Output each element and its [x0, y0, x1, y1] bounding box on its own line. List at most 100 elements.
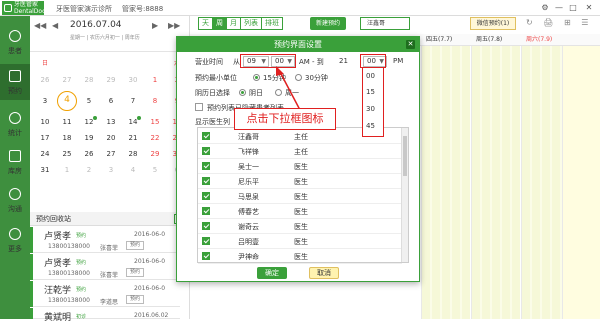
doctor-checkbox[interactable] — [202, 207, 210, 215]
list-item[interactable]: 黄斌明 初诊 2016.06.02 — [30, 308, 180, 323]
day-cell-today[interactable]: 4 — [56, 88, 78, 114]
day-cell[interactable]: 18 — [56, 130, 78, 146]
table-row[interactable]: 尼乐平 医生 — [198, 173, 402, 189]
day-cell[interactable]: 7 — [122, 88, 144, 114]
appt-status-select[interactable]: 预约 — [126, 268, 144, 277]
day-cell[interactable]: 26 — [78, 146, 100, 162]
next-month-icon[interactable]: ▶ — [152, 21, 158, 30]
tab-day[interactable]: 天 — [198, 17, 213, 30]
day-column[interactable] — [422, 46, 470, 319]
prev-year-icon[interactable]: ◀◀ — [34, 21, 46, 30]
doctor-checkbox[interactable] — [202, 162, 210, 170]
list-item[interactable]: 汪乾学 预约 2016-06-0 13800138000 李道思 预约 — [30, 281, 180, 307]
day-cell[interactable]: 29 — [100, 72, 122, 88]
maximize-icon[interactable]: □ — [568, 3, 578, 13]
menu-icon[interactable]: ☰ — [581, 18, 588, 27]
doctor-checkbox[interactable] — [202, 177, 210, 185]
doctor-checkbox[interactable] — [202, 237, 210, 245]
day-column[interactable] — [522, 46, 562, 319]
scrollbar-thumb[interactable] — [403, 136, 407, 176]
cancel-button[interactable]: 取消 — [309, 267, 339, 279]
day-cell[interactable]: 29 — [144, 146, 166, 162]
day-cell[interactable]: 5 — [78, 88, 100, 114]
dialog-close-icon[interactable]: ✕ — [406, 40, 415, 49]
day-cell[interactable]: 15 — [144, 114, 166, 130]
doctor-checkbox[interactable] — [202, 222, 210, 230]
next-year-icon[interactable]: ▶▶ — [168, 21, 180, 30]
dropdown-option[interactable]: 00 — [366, 72, 375, 80]
tab-schedule[interactable]: 排班 — [261, 17, 283, 30]
appt-status-select[interactable]: 预约 — [126, 241, 144, 250]
day-cell[interactable]: 27 — [56, 72, 78, 88]
show-hidden-checkbox[interactable] — [195, 103, 203, 111]
doctor-select[interactable]: 汪鑫哥 — [360, 17, 410, 30]
week-day-radio[interactable] — [239, 89, 246, 96]
nav-patients[interactable]: 患者 — [0, 24, 30, 60]
day-column[interactable] — [472, 46, 520, 319]
day-cell[interactable]: 5 — [144, 162, 166, 178]
day-cell[interactable]: 2 — [78, 162, 100, 178]
table-row[interactable]: 吴士一 医生 — [198, 158, 402, 174]
day-cell[interactable]: 4 — [122, 162, 144, 178]
tab-week[interactable]: 周 — [212, 17, 227, 30]
day-cell[interactable]: 19 — [78, 130, 100, 146]
nav-statistics[interactable]: 统计 — [0, 106, 30, 142]
day-cell[interactable]: 28 — [78, 72, 100, 88]
list-item[interactable]: 卢贤孝 预约 2016-06-0 13800138000 张喜菲 预约 — [30, 227, 180, 253]
layout-icon[interactable]: ⊞ — [564, 18, 571, 27]
day-cell[interactable]: 22 — [144, 130, 166, 146]
unit-15-radio[interactable] — [253, 74, 260, 81]
dropdown-option[interactable]: 15 — [366, 88, 375, 96]
day-cell[interactable]: 26 — [34, 72, 56, 88]
settings-icon[interactable]: ⚙ — [540, 3, 550, 13]
day-cell[interactable]: 6 — [100, 88, 122, 114]
tab-month[interactable]: 月 — [226, 17, 241, 30]
day-cell[interactable]: 3 — [100, 162, 122, 178]
minimize-icon[interactable]: — — [554, 3, 564, 13]
table-row[interactable]: 吕明壹 医生 — [198, 233, 402, 249]
day-cell[interactable]: 14 — [122, 114, 144, 130]
day-cell[interactable]: 21 — [122, 130, 144, 146]
nav-warehouse[interactable]: 库房 — [0, 144, 30, 180]
day-cell[interactable]: 1 — [56, 162, 78, 178]
table-row[interactable]: 飞祥锋 主任 — [198, 143, 402, 159]
doctor-checkbox[interactable] — [202, 147, 210, 155]
table-row[interactable]: 傅春艺 医生 — [198, 203, 402, 219]
day-cell[interactable]: 28 — [122, 146, 144, 162]
day-cell[interactable]: 27 — [100, 146, 122, 162]
dropdown-option[interactable]: 45 — [366, 122, 375, 130]
nav-more[interactable]: 更多 — [0, 222, 30, 258]
end-hour-value[interactable]: 21 — [339, 57, 348, 65]
day-cell[interactable]: 20 — [100, 130, 122, 146]
day-cell[interactable]: 30 — [122, 72, 144, 88]
prev-month-icon[interactable]: ◀ — [52, 21, 58, 30]
day-cell[interactable]: 10 — [34, 114, 56, 130]
day-cell[interactable]: 31 — [34, 162, 56, 178]
print-icon[interactable]: 🖨 — [543, 18, 553, 27]
day-cell[interactable]: 24 — [34, 146, 56, 162]
new-appointment-button[interactable]: 新建预约 — [310, 17, 346, 30]
doctor-checkbox[interactable] — [202, 252, 210, 260]
day-cell[interactable]: 17 — [34, 130, 56, 146]
doctor-checkbox[interactable] — [202, 132, 210, 140]
ok-button[interactable]: 确定 — [257, 267, 287, 279]
day-cell[interactable]: 8 — [144, 88, 166, 114]
appt-status-select[interactable]: 预约 — [126, 295, 144, 304]
table-row[interactable]: 马思泉 医生 — [198, 188, 402, 204]
list-item[interactable]: 卢贤孝 预约 2016-06-0 13800138000 张喜菲 预约 — [30, 254, 180, 280]
close-icon[interactable]: ✕ — [584, 3, 594, 13]
table-row[interactable]: 尹神命 医生 — [198, 248, 402, 264]
table-row[interactable]: 谢奇云 医生 — [198, 218, 402, 234]
tab-list[interactable]: 列表 — [240, 17, 262, 30]
day-cell[interactable]: 11 — [56, 114, 78, 130]
nav-appointments[interactable]: 预约 — [0, 64, 30, 100]
doctor-list-scrollbar[interactable] — [401, 128, 408, 262]
nav-communication[interactable]: 沟通 — [0, 182, 30, 218]
day-cell[interactable]: 1 — [144, 72, 166, 88]
day-cell[interactable]: 3 — [34, 88, 56, 114]
day-cell[interactable]: 12 — [78, 114, 100, 130]
day-cell[interactable]: 25 — [56, 146, 78, 162]
wechat-appointment-button[interactable]: 微信预约(1) — [470, 17, 516, 30]
doctor-checkbox[interactable] — [202, 192, 210, 200]
refresh-icon[interactable]: ↻ — [526, 18, 533, 27]
